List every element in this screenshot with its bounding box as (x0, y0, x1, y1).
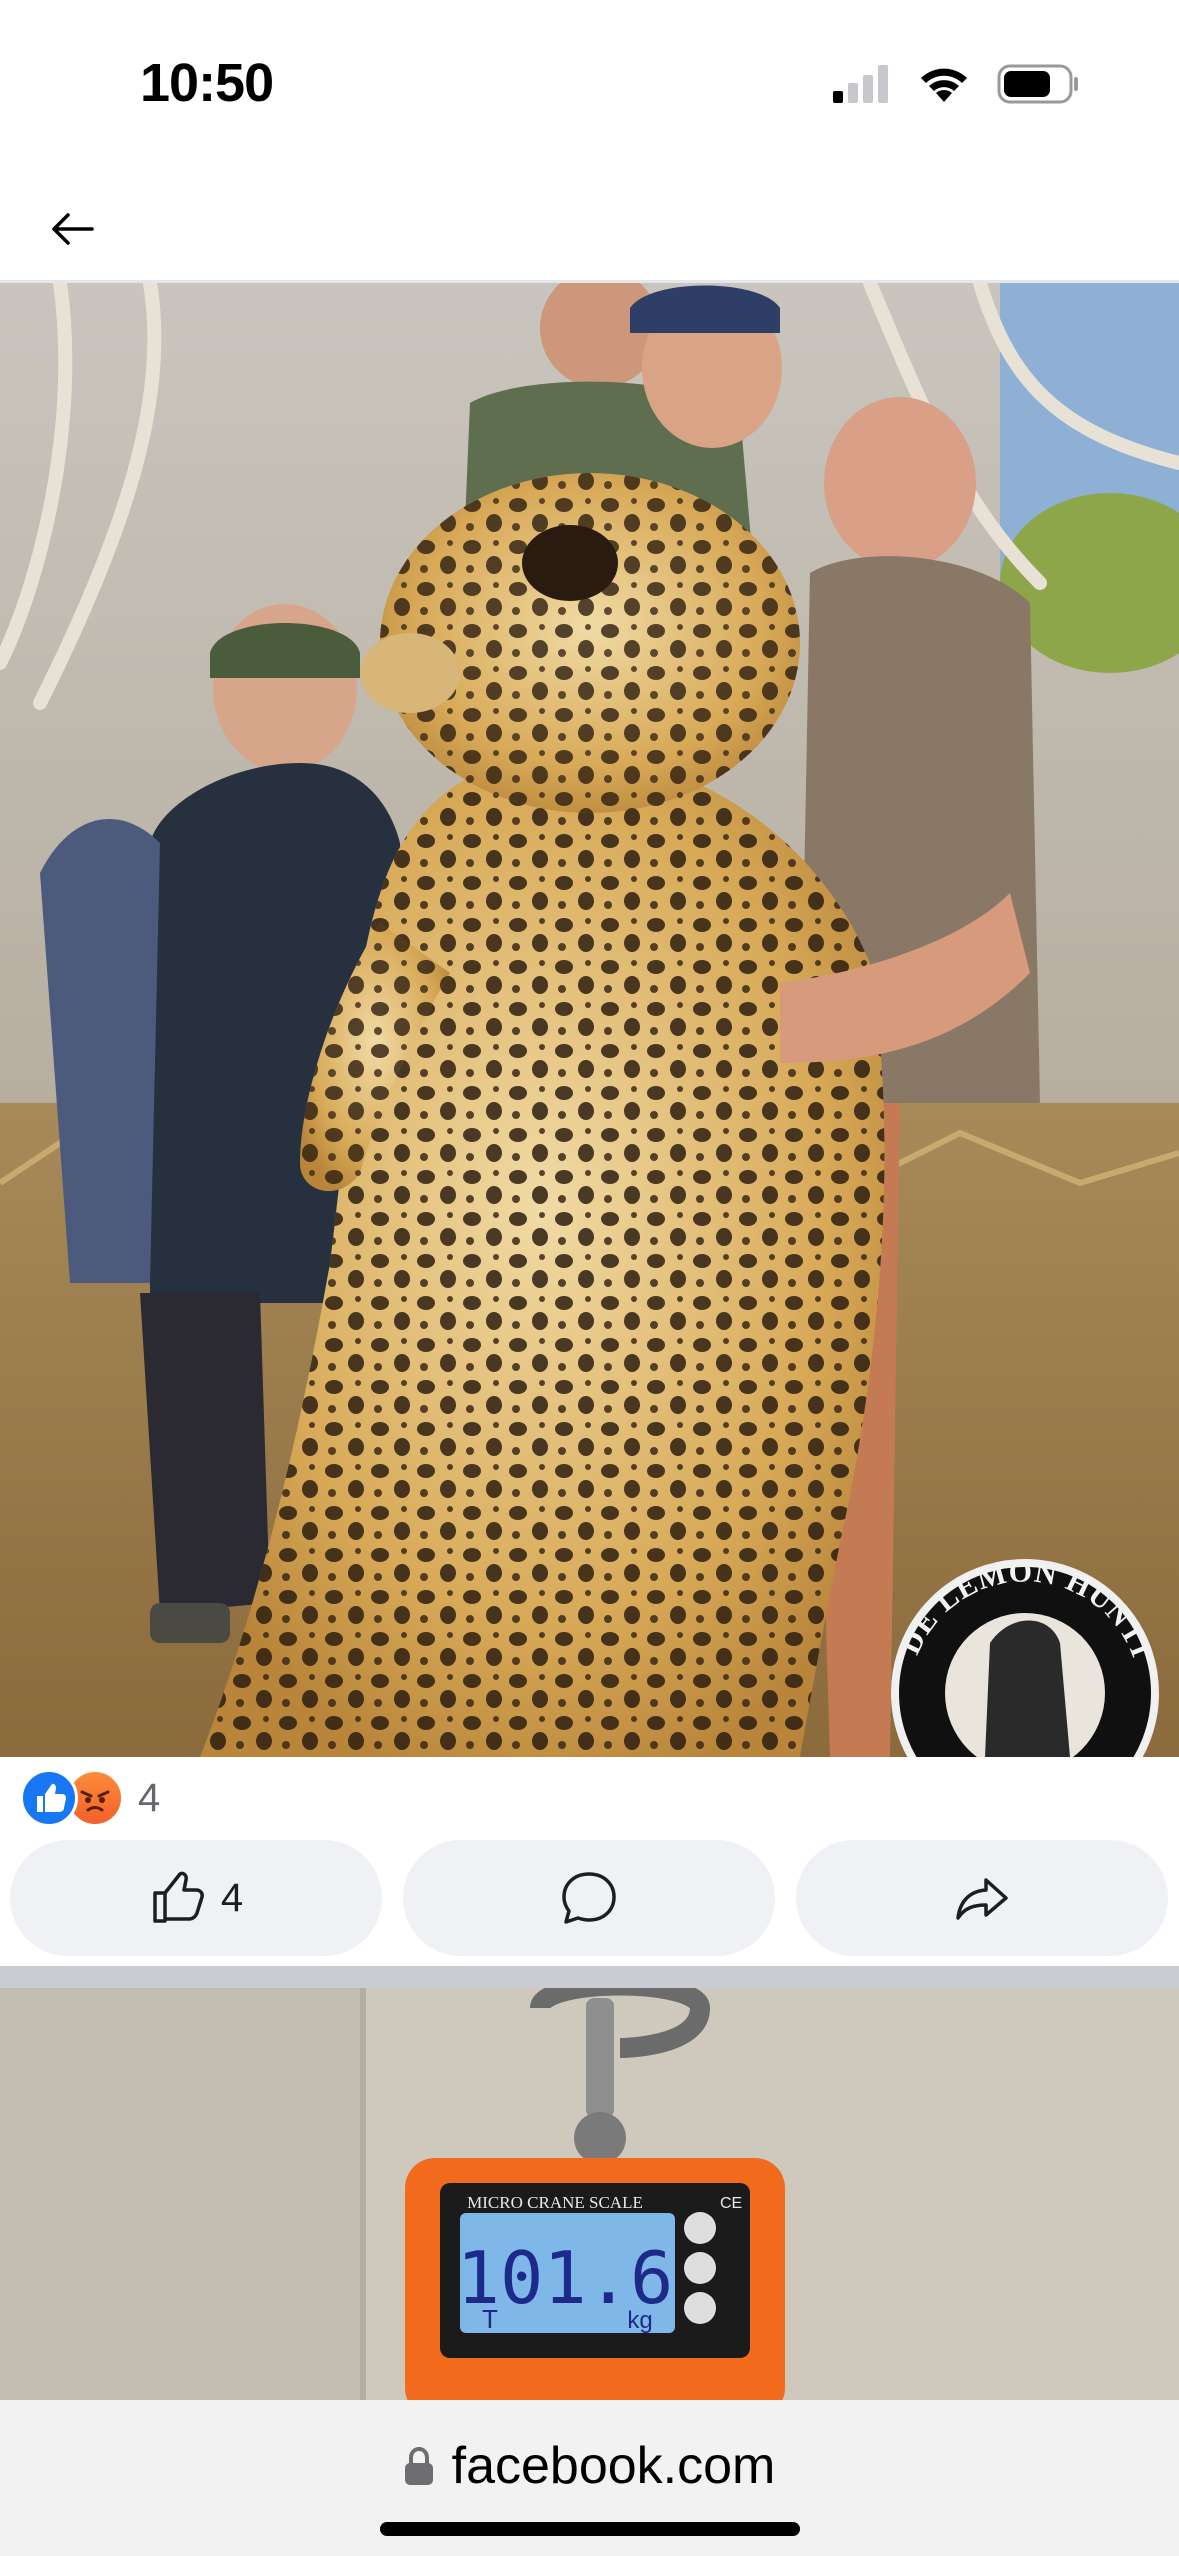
share-arrow-icon (956, 1878, 1008, 1920)
status-bar: 10:50 (0, 0, 1179, 245)
browser-url-bar[interactable]: facebook.com (0, 2400, 1179, 2556)
scale-ce-mark: CE (720, 2195, 742, 2212)
crane-scale-illustration: MICRO CRANE SCALE 101.6 T kg CE (0, 1988, 1179, 2400)
next-post-photo[interactable]: MICRO CRANE SCALE 101.6 T kg CE (0, 1988, 1179, 2400)
url-text[interactable]: facebook.com (452, 2436, 776, 2496)
reaction-count: 4 (138, 1775, 161, 1820)
comment-button[interactable] (403, 1840, 775, 1956)
lock-icon (404, 2446, 433, 2485)
battery-icon (997, 64, 1078, 104)
like-reaction-icon (20, 1769, 78, 1827)
like-button[interactable]: 4 (10, 1840, 382, 1956)
status-icons (833, 62, 1079, 106)
wifi-icon (921, 68, 967, 102)
home-indicator[interactable] (380, 2522, 800, 2536)
feed-separator (0, 1966, 1179, 1988)
comment-bubble-icon (562, 1872, 616, 1924)
leopard-photo-illustration: WADE LEMON HUNTING (0, 283, 1179, 1757)
post-photo[interactable]: WADE LEMON HUNTING (0, 283, 1179, 1757)
cellular-signal-icon (833, 65, 888, 103)
reactions-summary[interactable]: 4 (20, 1768, 160, 1828)
thumbs-up-icon (153, 1871, 204, 1923)
scale-brand: MICRO CRANE SCALE (467, 2193, 643, 2212)
url-row[interactable]: facebook.com (0, 2436, 1179, 2496)
scale-mode: T (482, 2304, 498, 2334)
scale-unit: kg (627, 2307, 652, 2334)
like-count: 4 (220, 1875, 244, 1920)
status-time: 10:50 (140, 53, 274, 113)
back-arrow-icon[interactable] (48, 205, 96, 253)
share-button[interactable] (796, 1840, 1168, 1956)
